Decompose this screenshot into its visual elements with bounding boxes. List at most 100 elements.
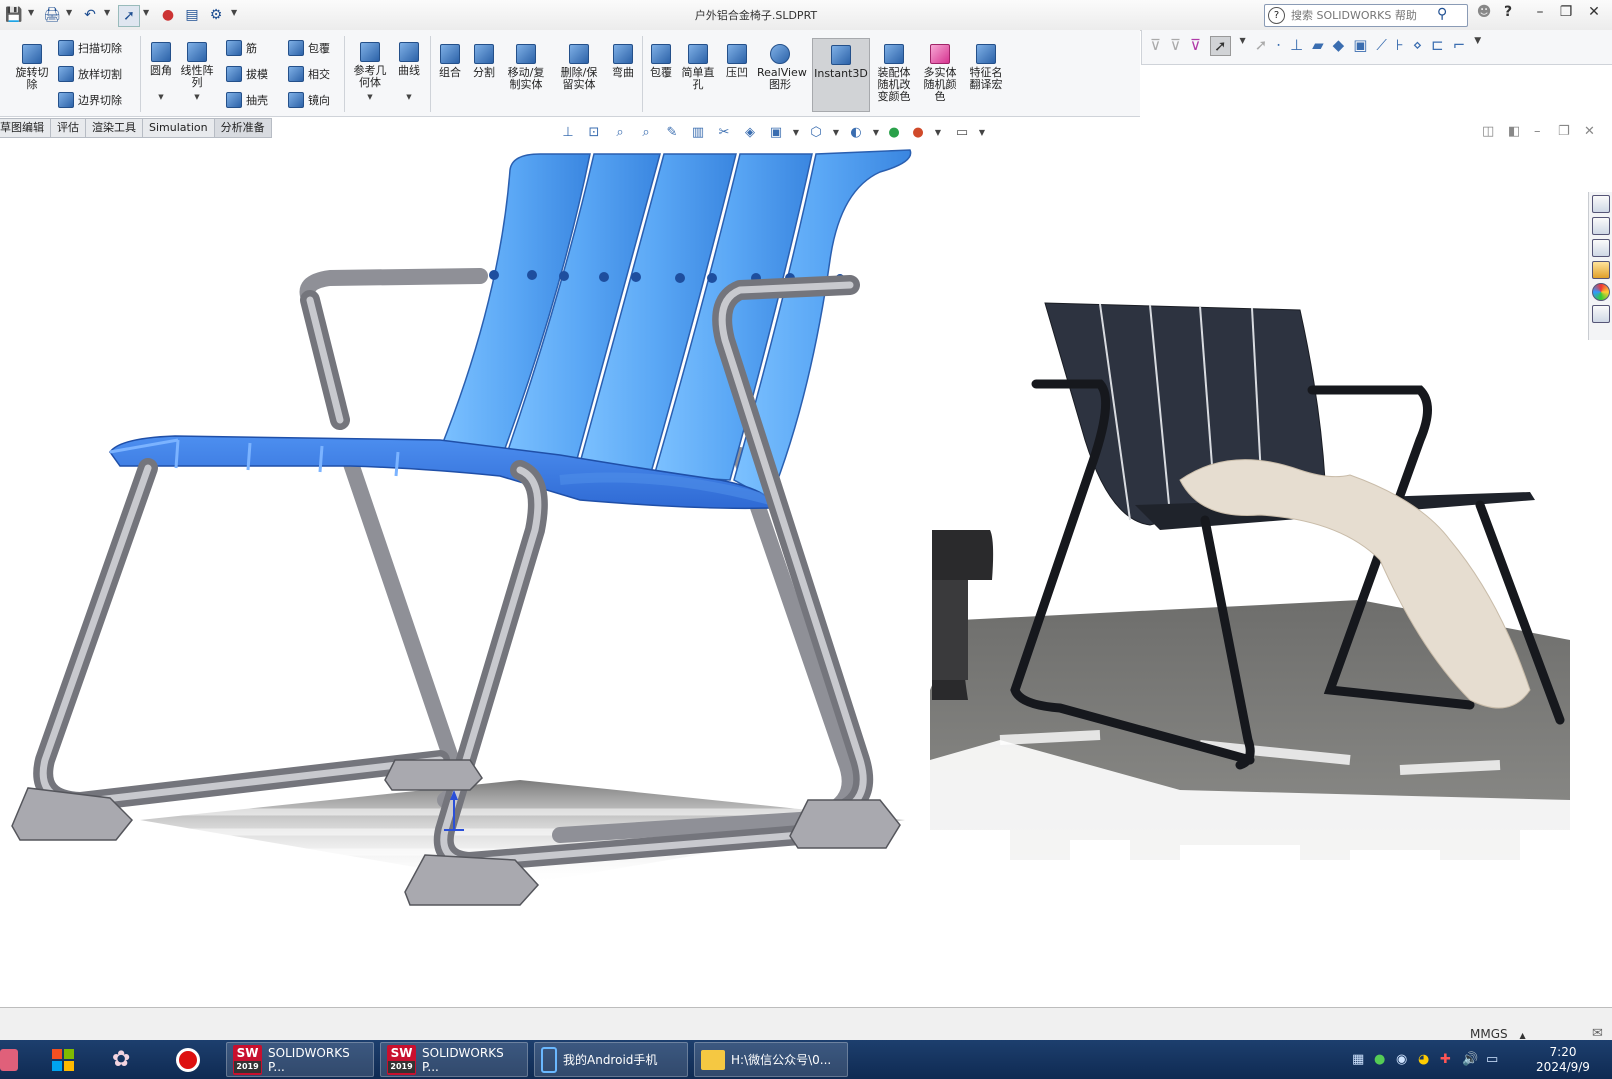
appearance-dropdown-icon[interactable]: ▼ xyxy=(826,123,846,141)
point-filter-icon[interactable]: ⋅ xyxy=(1276,36,1281,56)
flex-button[interactable]: 弯曲 xyxy=(608,44,638,79)
apply-scene-icon[interactable]: ◐ xyxy=(846,123,866,141)
help-question-icon[interactable]: ? xyxy=(1498,4,1518,24)
render-icon[interactable]: ● xyxy=(908,123,928,141)
linear-pattern-button[interactable]: 线性阵列 ▼ xyxy=(178,42,216,103)
viewport-close-icon[interactable]: ✕ xyxy=(1584,124,1595,139)
qq-icon[interactable]: ◕ xyxy=(1418,1052,1429,1067)
filter-more-icon[interactable]: ▼ xyxy=(1474,36,1481,56)
surface-filter-icon[interactable]: ⊏ xyxy=(1431,36,1444,56)
viewport-link-icon[interactable]: ◧ xyxy=(1508,124,1520,139)
pinned-app-1[interactable] xyxy=(52,1042,82,1077)
intersect-button[interactable]: 相交 xyxy=(288,64,330,84)
reference-geometry-button[interactable]: 参考几何体 ▼ xyxy=(350,42,390,103)
dimension-filter-icon[interactable]: ⋄ xyxy=(1413,36,1422,56)
rib-button[interactable]: 筋 xyxy=(226,38,257,58)
indent-button[interactable]: 压凹 xyxy=(722,44,752,79)
tab-analysis-prep[interactable]: 分析准备 xyxy=(214,118,272,138)
viewport-restore-icon[interactable]: ❐ xyxy=(1558,124,1570,139)
chat-icon[interactable]: ✉ xyxy=(1592,1026,1603,1041)
pinned-recorder[interactable] xyxy=(176,1042,210,1077)
input-method-icon[interactable]: ✚ xyxy=(1440,1052,1451,1067)
dynamic-annotation-icon[interactable]: ▥ xyxy=(688,123,708,141)
design-library-icon[interactable] xyxy=(1592,217,1610,235)
network-icon[interactable]: ▭ xyxy=(1486,1052,1498,1067)
boundary-cut-button[interactable]: 边界切除 xyxy=(58,90,122,110)
tab-evaluate[interactable]: 评估 xyxy=(51,118,86,138)
select-arrow-icon[interactable]: ➚ xyxy=(1209,36,1231,56)
search-icon[interactable]: ⚲ xyxy=(1437,6,1447,22)
curves-dropdown-icon[interactable]: ▼ xyxy=(406,91,411,103)
start-button[interactable] xyxy=(0,1042,24,1077)
shell-button[interactable]: 抽壳 xyxy=(226,90,268,110)
zoom-to-area-icon[interactable]: ⌕ xyxy=(610,123,630,141)
units-selector[interactable]: MMGS ▲ xyxy=(1470,1027,1526,1041)
graphics-area[interactable] xyxy=(0,140,1612,1006)
coordinate-filter-icon[interactable]: ⌐ xyxy=(1453,36,1466,56)
multibody-random-color-button[interactable]: 多实体随机颜色 xyxy=(918,44,962,103)
tab-simulation[interactable]: Simulation xyxy=(143,118,215,138)
sweep-cut-button[interactable]: 扫描切除 xyxy=(58,38,122,58)
delete-keep-body-button[interactable]: 删除/保留实体 xyxy=(556,44,602,91)
pinned-app-2[interactable]: ✿ xyxy=(112,1042,146,1077)
viewport-split-icon[interactable]: ◫ xyxy=(1482,124,1494,139)
render-dropdown-icon[interactable]: ▼ xyxy=(928,123,948,141)
fillet-button[interactable]: 圆角 ▼ xyxy=(146,42,176,103)
custom-properties-icon[interactable] xyxy=(1592,305,1610,323)
split-button[interactable]: 分割 xyxy=(468,44,500,79)
feature-name-translate-macro-button[interactable]: 特征名翻译宏 xyxy=(964,44,1008,91)
view-settings-icon[interactable]: ✂ xyxy=(714,123,734,141)
user-icon[interactable]: ☻ xyxy=(1474,4,1494,24)
edit-appearance-icon[interactable]: ⬡ xyxy=(806,123,826,141)
edge-filter-icon[interactable]: ⟋ xyxy=(1376,36,1387,56)
viewport-minimize-icon[interactable]: – xyxy=(1534,124,1541,139)
help-search-box[interactable]: ? ⚲ xyxy=(1264,4,1468,27)
filter-toggle-icon[interactable]: ⊽ xyxy=(1170,36,1181,56)
linear-pattern-dropdown-icon[interactable]: ▼ xyxy=(194,91,199,103)
tray-app-icon[interactable]: ▦ xyxy=(1352,1052,1364,1067)
minimize-window-icon[interactable]: – xyxy=(1530,4,1550,24)
display-style-icon[interactable]: ◈ xyxy=(740,123,760,141)
solid-filter-icon[interactable]: ▣ xyxy=(1353,36,1367,56)
zoom-to-fit-icon[interactable]: ⊡ xyxy=(584,123,604,141)
view-orientation-icon[interactable]: ⊥ xyxy=(558,123,578,141)
tray-app-icon-2[interactable]: ◉ xyxy=(1396,1052,1407,1067)
mirror-button[interactable]: 镜向 xyxy=(288,90,330,110)
fillet-dropdown-icon[interactable]: ▼ xyxy=(158,91,163,103)
wrap-body-button[interactable]: 包覆 xyxy=(646,44,676,79)
axis-filter-icon[interactable]: ⊥ xyxy=(1290,36,1303,56)
filter-faces-icon[interactable]: ⊽ xyxy=(1190,36,1201,56)
home-icon[interactable] xyxy=(1592,195,1610,213)
hide-show-items-icon[interactable]: ▣ xyxy=(766,123,786,141)
search-input[interactable] xyxy=(1289,6,1433,25)
restore-window-icon[interactable]: ❐ xyxy=(1556,4,1576,24)
previous-view-icon[interactable]: ⌕ xyxy=(636,123,656,141)
wechat-icon[interactable]: ● xyxy=(1374,1052,1385,1067)
volume-icon[interactable]: 🔊 xyxy=(1462,1052,1478,1067)
combine-button[interactable]: 组合 xyxy=(434,44,466,79)
taskbar-solidworks-2[interactable]: SW 2019 SOLIDWORKS P... xyxy=(380,1042,528,1077)
file-explorer-icon[interactable] xyxy=(1592,239,1610,257)
view-palette-icon[interactable] xyxy=(1592,261,1610,279)
appearances-icon[interactable] xyxy=(1592,283,1610,301)
display-dropdown-icon[interactable]: ▼ xyxy=(972,123,992,141)
reference-geometry-dropdown-icon[interactable]: ▼ xyxy=(367,91,372,103)
tab-sketch-edit[interactable]: 草图编辑 xyxy=(0,118,51,138)
section-view-icon[interactable]: ✎ xyxy=(662,123,682,141)
revolve-cut-button[interactable]: 旋转切除 xyxy=(12,44,52,91)
wrap-button[interactable]: 包覆 xyxy=(288,38,330,58)
system-clock[interactable]: 7:20 2024/9/9 xyxy=(1528,1045,1598,1075)
curves-button[interactable]: 曲线 ▼ xyxy=(392,42,426,103)
simple-hole-button[interactable]: 简单直孔 xyxy=(678,44,718,91)
taskbar-android-phone[interactable]: 我的Android手机 xyxy=(534,1042,688,1077)
move-copy-body-button[interactable]: 移动/复制实体 xyxy=(504,44,548,91)
instant3d-button[interactable]: Instant3D xyxy=(812,38,870,112)
display-monitor-icon[interactable]: ▭ xyxy=(952,123,972,141)
plane-filter-icon[interactable]: ▰ xyxy=(1312,36,1324,56)
taskbar-solidworks-1[interactable]: SW 2019 SOLIDWORKS P... xyxy=(226,1042,374,1077)
realview-toggle-icon[interactable]: ● xyxy=(884,123,904,141)
taskbar-file-explorer[interactable]: H:\微信公众号\0... xyxy=(694,1042,848,1077)
filter-icon[interactable]: ⊽ xyxy=(1150,36,1161,56)
units-dropdown-icon[interactable]: ▲ xyxy=(1519,1031,1525,1040)
hide-show-dropdown-icon[interactable]: ▼ xyxy=(786,123,806,141)
